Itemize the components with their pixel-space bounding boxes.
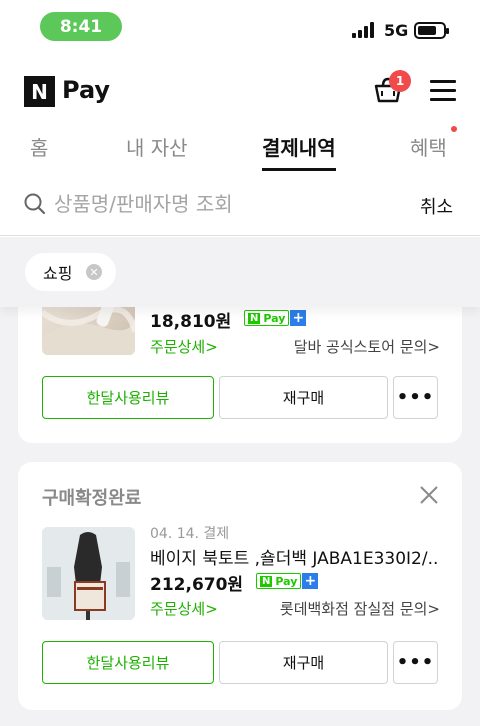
- tab-payment-history[interactable]: 결제내역: [262, 132, 336, 161]
- rebuy-button[interactable]: 재구매: [219, 641, 388, 684]
- filter-chip-label: 쇼핑: [43, 264, 73, 283]
- cart-count-badge: 1: [389, 70, 411, 92]
- search-input[interactable]: [54, 190, 354, 218]
- store-inquiry-link[interactable]: 롯데백화점 잠실점 문의>: [280, 598, 440, 619]
- battery-icon: [414, 22, 449, 39]
- npay-plus-badge: N Pay +: [256, 573, 319, 589]
- store-inquiry-link[interactable]: 달바 공식스토어 문의>: [294, 336, 440, 357]
- close-icon[interactable]: [418, 484, 440, 506]
- more-options-icon[interactable]: •••: [393, 376, 438, 419]
- order-list-area[interactable]: 쇼핑 ✕ 18,810원 N Pay + 주문상세> 달바 공식스토어 문의> 한…: [0, 237, 480, 726]
- tab-home[interactable]: 홈: [30, 132, 48, 161]
- order-price: 212,670원: [150, 575, 244, 595]
- logo-text: Pay: [62, 76, 111, 104]
- npay-text: Pay: [275, 574, 298, 588]
- product-thumbnail[interactable]: [42, 527, 135, 620]
- new-dot-badge: [451, 126, 457, 132]
- search-icon: [24, 193, 46, 215]
- cancel-button[interactable]: 취소: [420, 193, 453, 219]
- hamburger-menu-icon[interactable]: [430, 80, 456, 102]
- tab-my-assets[interactable]: 내 자산: [126, 132, 188, 161]
- chip-remove-icon[interactable]: ✕: [86, 264, 102, 280]
- npay-plus-icon: +: [290, 310, 307, 326]
- status-bar: 8:41 5G: [0, 0, 480, 56]
- signal-icon: [352, 22, 376, 38]
- order-price: 18,810원: [150, 312, 232, 332]
- npay-n-letter: N: [248, 312, 261, 324]
- npay-plus-badge: N Pay +: [244, 310, 307, 326]
- npay-n-letter: N: [260, 575, 273, 587]
- filter-bar: 쇼핑 ✕: [0, 237, 480, 307]
- product-title[interactable]: 베이지 북토트 ,숄더백 JABA1E330I2/...: [150, 544, 440, 569]
- order-card: 구매확정완료 04. 14. 결제 베이지 북토트 ,숄더백 JABA1E330…: [18, 462, 462, 710]
- review-button[interactable]: 한달사용리뷰: [42, 641, 214, 684]
- payment-date: 04. 14. 결제: [150, 526, 230, 542]
- active-tab-indicator: [262, 168, 336, 171]
- npay-plus-icon: +: [302, 573, 319, 589]
- more-options-icon[interactable]: •••: [393, 641, 438, 684]
- app-header: N Pay 1: [0, 56, 480, 126]
- search-bar: 취소: [0, 178, 480, 236]
- review-button[interactable]: 한달사용리뷰: [42, 376, 214, 419]
- order-detail-link[interactable]: 주문상세>: [150, 598, 218, 619]
- npay-text: Pay: [263, 311, 286, 325]
- tab-benefits[interactable]: 혜택: [410, 132, 447, 161]
- naver-logo-icon: N: [24, 76, 55, 107]
- status-time: 8:41: [40, 12, 122, 41]
- order-status: 구매확정완료: [42, 488, 142, 509]
- tab-bar: 홈 내 자산 결제내역 혜택: [0, 126, 480, 174]
- order-detail-link[interactable]: 주문상세>: [150, 336, 218, 357]
- filter-chip-shopping[interactable]: 쇼핑 ✕: [25, 253, 116, 291]
- network-label: 5G: [384, 21, 409, 40]
- rebuy-button[interactable]: 재구매: [219, 376, 388, 419]
